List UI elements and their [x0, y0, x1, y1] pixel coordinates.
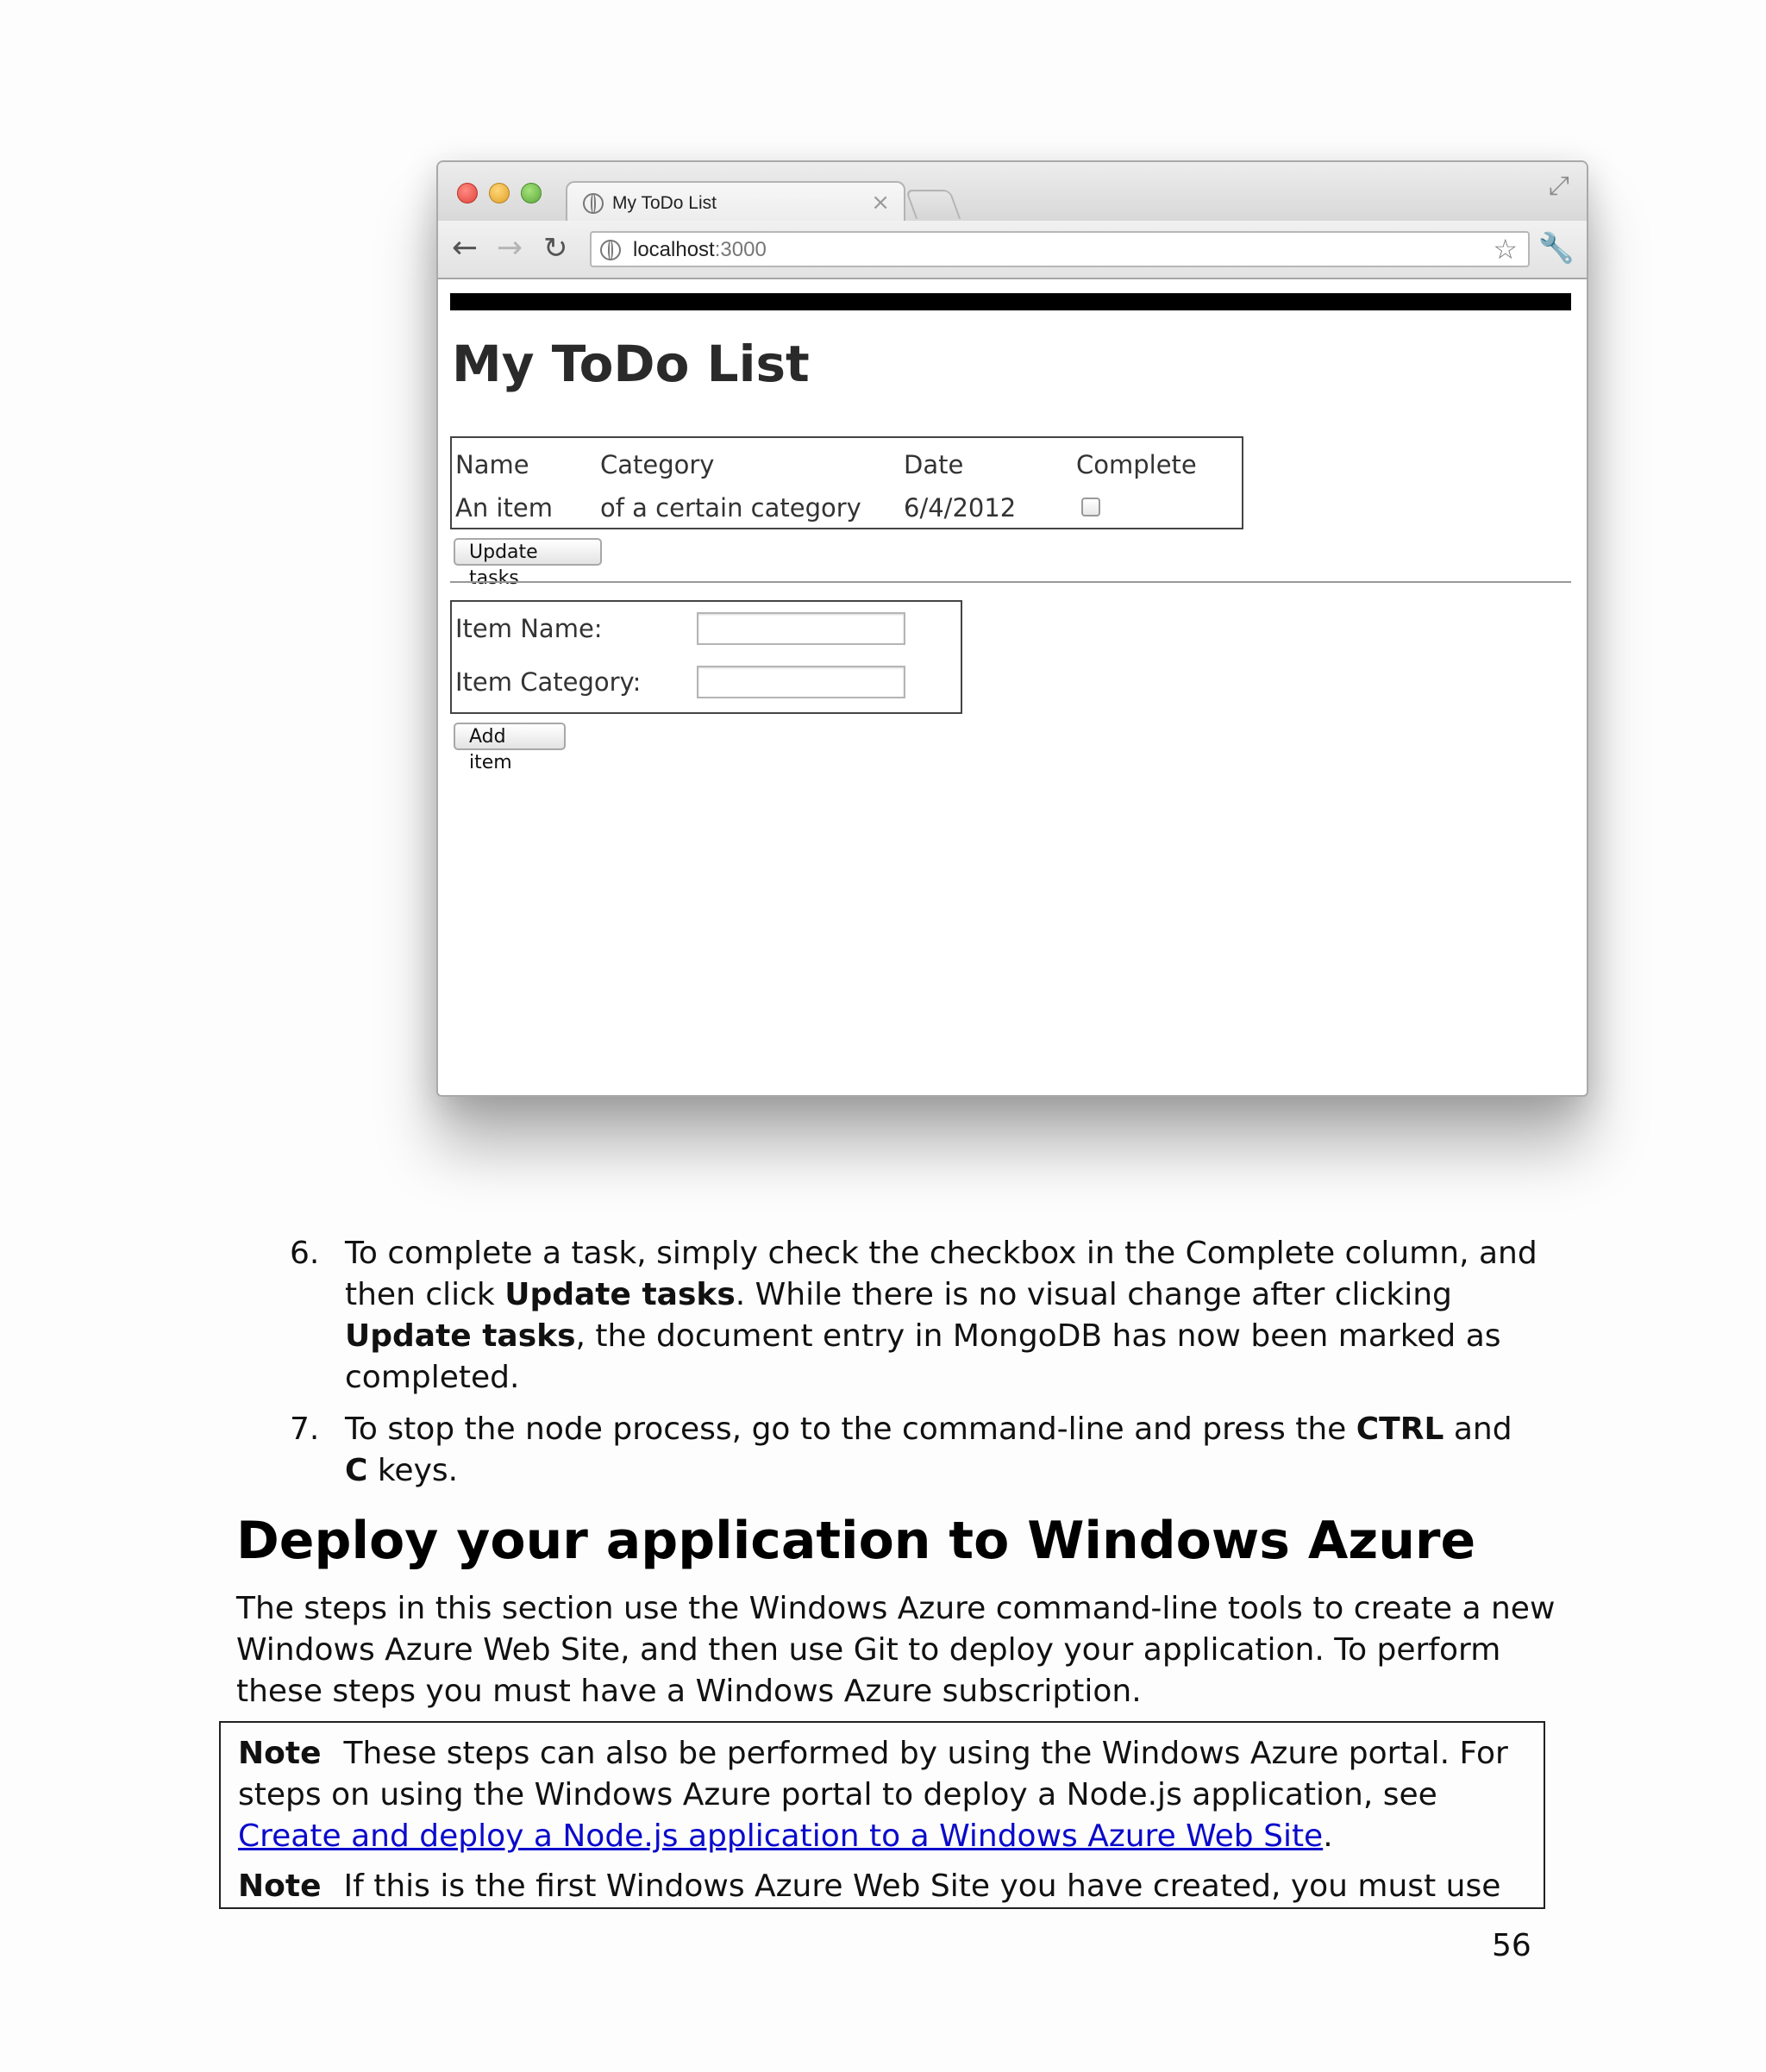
cell-date: 6/4/2012: [904, 493, 1017, 523]
globe-icon: [583, 193, 604, 214]
steps-list: 6. To complete a task, simply check the …: [285, 1233, 1544, 1502]
list-item: 6. To complete a task, simply check the …: [285, 1233, 1544, 1399]
item-name-input[interactable]: [697, 612, 905, 645]
step-number: 7.: [290, 1412, 320, 1447]
reload-icon[interactable]: ↻: [543, 229, 568, 267]
step-text: and: [1443, 1412, 1512, 1447]
page-number: 56: [1492, 1928, 1531, 1963]
tab-close-icon[interactable]: ×: [871, 190, 890, 216]
site-info-globe-icon: [600, 240, 621, 260]
bookmark-star-icon[interactable]: ☆: [1493, 233, 1518, 266]
note-paragraph: Note These steps can also be performed by…: [238, 1733, 1531, 1857]
step-bold: C: [345, 1453, 368, 1488]
step-text: To stop the node process, go to the comm…: [345, 1412, 1356, 1447]
wrench-menu-icon[interactable]: 🔧: [1538, 231, 1575, 266]
item-category-input[interactable]: [697, 666, 905, 698]
note-label: Note: [238, 1869, 322, 1904]
note-text: These steps can also be performed by usi…: [238, 1736, 1508, 1812]
create-deploy-link[interactable]: Create and deploy a Node.js application …: [238, 1818, 1323, 1854]
table-row: An item of a certain category 6/4/2012: [455, 486, 1231, 529]
step-text: . While there is no visual change after …: [735, 1277, 1452, 1312]
note-paragraph: Note If this is the first Windows Azure W…: [238, 1866, 1531, 1907]
list-item: 7. To stop the node process, go to the c…: [285, 1409, 1544, 1492]
task-table-box: Name Category Date Complete An item of a…: [450, 436, 1243, 529]
step-number: 6.: [290, 1236, 320, 1271]
cell-category: of a certain category: [600, 493, 861, 523]
browser-window: My ToDo List × ⤢ ← → ↻ localhost:3000 ☆ …: [436, 160, 1588, 1097]
section-heading: Deploy your application to Windows Azure: [236, 1511, 1476, 1571]
item-category-label: Item Category:: [455, 667, 642, 697]
step-bold: Update tasks: [504, 1277, 736, 1312]
title-bar: My ToDo List × ⤢: [438, 162, 1587, 224]
header-complete: Complete: [1076, 450, 1197, 479]
back-arrow-icon[interactable]: ←: [452, 229, 478, 267]
cell-name: An item: [455, 493, 553, 523]
page-viewport: My ToDo List Name Category Date Complete…: [438, 279, 1587, 1093]
browser-toolbar: ← → ↻ localhost:3000 ☆ 🔧: [438, 221, 1587, 279]
divider: [450, 581, 1571, 583]
url-text: localhost:3000: [633, 238, 767, 262]
fullscreen-icon[interactable]: ⤢: [1549, 171, 1569, 201]
minimize-window-button[interactable]: [489, 183, 510, 203]
note-box: Note These steps can also be performed by…: [219, 1721, 1545, 1909]
close-window-button[interactable]: [457, 183, 478, 203]
zoom-window-button[interactable]: [521, 183, 542, 203]
url-port: :3000: [714, 238, 767, 261]
task-table: Name Category Date Complete An item of a…: [455, 443, 1231, 529]
cell-complete: [1076, 486, 1231, 529]
tab-title: My ToDo List: [612, 193, 717, 213]
step-bold: Update tasks: [345, 1318, 576, 1354]
header-date: Date: [904, 450, 964, 479]
complete-checkbox[interactable]: [1081, 498, 1100, 516]
step-bold: CTRL: [1356, 1412, 1444, 1447]
forward-arrow-icon[interactable]: →: [497, 229, 523, 267]
note-label: Note: [238, 1736, 322, 1771]
note-text: If this is the first Windows Azure Web S…: [343, 1869, 1501, 1904]
browser-tab[interactable]: My ToDo List ×: [566, 181, 905, 224]
update-tasks-button[interactable]: Update tasks: [454, 538, 602, 589]
add-item-button[interactable]: Add item: [454, 723, 566, 773]
page-title: My ToDo List: [452, 335, 810, 393]
header-category: Category: [600, 450, 715, 479]
section-intro: The steps in this section use the Window…: [236, 1591, 1556, 1709]
step-text: keys.: [367, 1453, 459, 1488]
header-name: Name: [455, 450, 529, 479]
new-tab-button[interactable]: [905, 190, 961, 219]
table-header-row: Name Category Date Complete: [455, 443, 1231, 486]
item-name-label: Item Name:: [455, 614, 603, 643]
note-text-end: .: [1323, 1818, 1333, 1854]
url-host: localhost: [633, 238, 715, 261]
add-item-form: Item Name: Item Category:: [450, 600, 962, 714]
address-bar[interactable]: localhost:3000 ☆: [590, 231, 1530, 267]
header-bar: [450, 293, 1571, 310]
